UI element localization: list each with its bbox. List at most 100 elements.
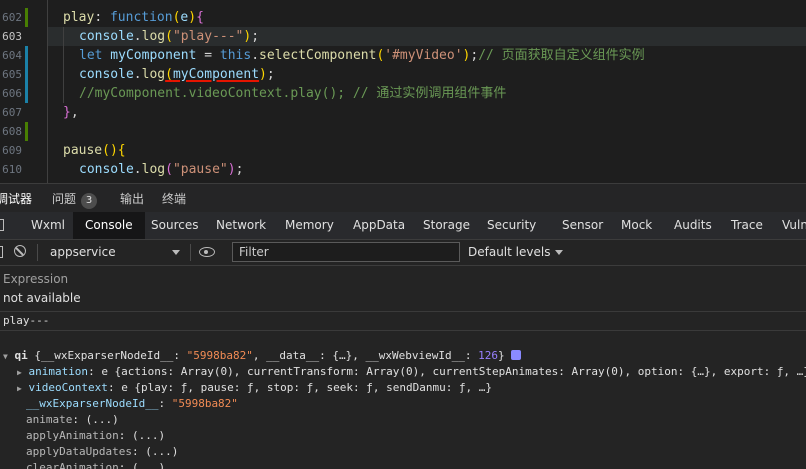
code-token: function — [109, 10, 173, 25]
live-expression-title: Expression — [3, 272, 69, 286]
tab-audits[interactable]: Audits — [674, 212, 712, 239]
code-editor[interactable]: 602 603 604 605 606 607 608 609 610 play… — [0, 0, 806, 183]
context-selector[interactable]: appservice — [40, 240, 182, 265]
sidebar-toggle-icon[interactable] — [0, 246, 3, 258]
property-getter[interactable]: (...) — [86, 413, 119, 426]
code-token: ( — [165, 67, 173, 82]
log-levels-dropdown[interactable]: Default levels — [468, 245, 564, 259]
console-object-summary[interactable]: ▼ qi {__wxExparserNodeId__: "5998ba82", … — [3, 348, 522, 364]
live-expression-eye-icon[interactable] — [199, 247, 215, 257]
line-number-active: 603 — [2, 30, 22, 43]
object-key: __wxWebviewId__ — [365, 349, 465, 362]
object-property-row[interactable]: applyDataUpdates: (...) — [26, 444, 178, 460]
tab-wxml[interactable]: Wxml — [31, 212, 65, 239]
dropdown-arrow-icon — [555, 250, 564, 255]
code-token-underlined: myComponent — [172, 67, 260, 82]
code-token: log — [141, 67, 166, 82]
code-line: console.log("play---"); — [79, 27, 259, 46]
code-token: '#myVideo' — [384, 48, 463, 63]
tab-sensor[interactable]: Sensor — [562, 212, 603, 239]
inspect-element-icon[interactable] — [0, 219, 4, 231]
code-line: play: function(e){ — [63, 8, 204, 27]
expand-arrow-icon[interactable]: ▶ — [17, 384, 22, 393]
object-property-row[interactable]: ▶ animation: e {actions: Array(0), curre… — [17, 364, 806, 380]
code-token: { — [196, 10, 204, 25]
panel-tab-bar: 调试器 问题 3 输出 终端 — [0, 183, 806, 212]
tab-terminal[interactable]: 终端 — [162, 190, 186, 207]
property-key: applyDataUpdates — [26, 445, 132, 458]
code-token: , — [70, 105, 79, 120]
code-token: ; — [235, 162, 244, 177]
code-token: ( — [165, 29, 173, 44]
indent-guide — [63, 27, 64, 103]
tab-sources[interactable]: Sources — [151, 212, 198, 239]
code-line: let myComponent = this.selectComponent('… — [79, 46, 645, 65]
code-token: : — [94, 10, 110, 25]
object-property-row[interactable]: animate: (...) — [26, 412, 119, 428]
tab-mock[interactable]: Mock — [621, 212, 652, 239]
object-property-row[interactable]: ▶ videoContext: e {play: ƒ, pause: ƒ, st… — [17, 380, 492, 396]
line-number: 604 — [2, 49, 22, 62]
property-key: __wxExparserNodeId__ — [26, 397, 159, 410]
property-key: clearAnimation — [26, 461, 119, 469]
expand-arrow-icon[interactable]: ▶ — [17, 368, 22, 377]
line-number: 609 — [2, 144, 22, 157]
tab-memory[interactable]: Memory — [285, 212, 334, 239]
line-number: 610 — [2, 163, 22, 176]
toolbar-divider — [190, 244, 191, 261]
expand-arrow-icon[interactable]: ▼ — [3, 352, 8, 361]
context-label: appservice — [50, 245, 116, 259]
tab-storage[interactable]: Storage — [423, 212, 470, 239]
code-line: pause(){ — [63, 141, 126, 160]
tab-problems-label: 问题 — [52, 192, 77, 206]
line-number: 602 — [2, 11, 22, 24]
object-brace: { — [27, 349, 41, 362]
devtools-tab-bar: Wxml Console Sources Network Memory AppD… — [0, 212, 806, 240]
tab-output[interactable]: 输出 — [120, 190, 144, 207]
console-toolbar: appservice Filter Default levels — [0, 240, 806, 266]
git-modified-marker — [25, 46, 28, 103]
property-getter[interactable]: (...) — [132, 429, 165, 442]
object-brace: } — [497, 349, 505, 362]
console-output[interactable]: Expression not available play--- ▼ qi {_… — [0, 266, 806, 469]
console-divider — [0, 311, 806, 312]
live-expression-value: not available — [3, 291, 81, 305]
object-property-row[interactable]: applyAnimation: (...) — [26, 428, 165, 444]
info-icon[interactable] — [511, 350, 522, 360]
object-string-value: "5998ba82" — [186, 349, 253, 362]
git-added-marker — [25, 122, 28, 141]
tab-console[interactable]: Console — [73, 212, 145, 239]
code-token: log — [141, 29, 166, 44]
tab-problems[interactable]: 问题 3 — [52, 190, 98, 209]
code-token: ) — [259, 67, 267, 82]
object-class-name: qi — [14, 349, 28, 362]
code-token: log — [141, 162, 166, 177]
tab-security[interactable]: Security — [487, 212, 536, 239]
line-number: 606 — [2, 87, 22, 100]
code-token: console — [79, 162, 134, 177]
property-key: animate — [26, 413, 73, 426]
code-token: { — [117, 143, 126, 158]
code-line: console.log(myComponent); — [79, 65, 275, 84]
tab-trace[interactable]: Trace — [731, 212, 763, 239]
code-token: selectComponent — [259, 48, 377, 63]
code-line: }, — [63, 103, 79, 122]
tab-network[interactable]: Network — [216, 212, 266, 239]
tab-appdata[interactable]: AppData — [353, 212, 405, 239]
tab-debugger[interactable]: 调试器 — [0, 190, 32, 207]
code-line: //myComponent.videoContext.play(); // 通过… — [79, 84, 506, 103]
property-getter[interactable]: (...) — [132, 461, 165, 469]
tab-vuln[interactable]: Vuln — [782, 212, 806, 239]
code-line: console.log("pause"); — [79, 160, 243, 179]
property-getter[interactable]: (...) — [145, 445, 178, 458]
code-token: "pause" — [172, 162, 228, 177]
line-number: 605 — [2, 68, 22, 81]
filter-input[interactable]: Filter — [232, 242, 460, 262]
code-token: console — [79, 29, 134, 44]
object-property-row: __wxExparserNodeId__: "5998ba82" — [26, 397, 238, 410]
toolbar-divider — [37, 244, 38, 261]
object-property-row[interactable]: clearAnimation: (...) — [26, 460, 165, 469]
console-log-message: play--- — [3, 314, 50, 327]
code-token: . — [251, 48, 260, 63]
clear-console-icon[interactable] — [14, 245, 26, 257]
